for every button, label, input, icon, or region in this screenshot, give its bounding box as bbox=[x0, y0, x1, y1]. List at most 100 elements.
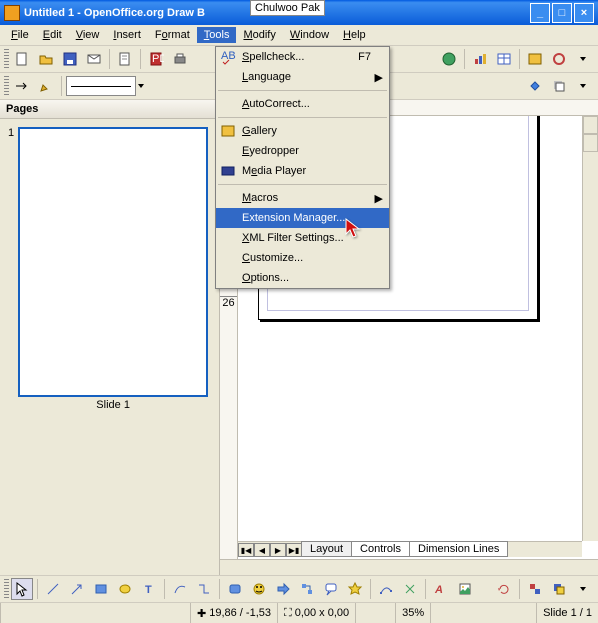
tab-nav-last[interactable]: ▶▮ bbox=[286, 543, 302, 557]
toolbar-grip[interactable] bbox=[4, 76, 9, 96]
points-tool[interactable] bbox=[375, 578, 397, 600]
position-icon: ✚ bbox=[197, 607, 206, 620]
vertical-scrollbar[interactable] bbox=[582, 116, 598, 541]
menubar: File Edit View Insert Format Tools Modif… bbox=[0, 25, 598, 46]
toolbar-overflow[interactable] bbox=[572, 578, 594, 600]
slide-thumbnail[interactable] bbox=[18, 127, 208, 397]
menu-autocorrect[interactable]: AutoCorrect... bbox=[216, 94, 389, 114]
svg-text:T: T bbox=[145, 584, 152, 596]
new-doc-button[interactable] bbox=[11, 48, 33, 70]
select-tool[interactable] bbox=[11, 578, 33, 600]
menu-gallery[interactable]: Gallery bbox=[216, 121, 389, 141]
align-tool[interactable] bbox=[524, 578, 546, 600]
thumbnail-label: Slide 1 bbox=[18, 399, 208, 411]
toolbar-grip[interactable] bbox=[4, 49, 9, 69]
menu-customize[interactable]: Customize... bbox=[216, 248, 389, 268]
star-tool[interactable] bbox=[344, 578, 366, 600]
menu-file[interactable]: File bbox=[4, 27, 36, 43]
menu-language[interactable]: Language▶ bbox=[216, 67, 389, 87]
basic-shapes-tool[interactable] bbox=[224, 578, 246, 600]
tab-nav-prev[interactable]: ◀ bbox=[254, 543, 270, 557]
save-button[interactable] bbox=[59, 48, 81, 70]
menu-eyedropper[interactable]: Eyedropper bbox=[216, 141, 389, 161]
symbol-shapes-tool[interactable] bbox=[248, 578, 270, 600]
curve-tool[interactable] bbox=[169, 578, 191, 600]
overlay-name: Chulwoo Pak bbox=[250, 0, 325, 16]
menu-options[interactable]: Options... bbox=[216, 268, 389, 288]
toolbar-grip[interactable] bbox=[4, 579, 9, 599]
shadow-button[interactable] bbox=[548, 75, 570, 97]
app-icon bbox=[4, 5, 20, 21]
toolbar-drawing: T A bbox=[0, 575, 598, 602]
arrow-tool[interactable] bbox=[66, 578, 88, 600]
menu-macros[interactable]: Macros▶ bbox=[216, 188, 389, 208]
open-button[interactable] bbox=[35, 48, 57, 70]
horizontal-scrollbar[interactable] bbox=[220, 559, 598, 575]
arrange-tool[interactable] bbox=[548, 578, 570, 600]
menu-insert[interactable]: Insert bbox=[106, 27, 148, 43]
tab-dimension[interactable]: Dimension Lines bbox=[409, 541, 508, 557]
menu-format[interactable]: Format bbox=[148, 27, 197, 43]
dropdown-icon[interactable] bbox=[138, 84, 144, 88]
toolbar-overflow[interactable] bbox=[572, 75, 594, 97]
glue-tool[interactable] bbox=[399, 578, 421, 600]
tools-dropdown: ABC Spellcheck...F7 Language▶ AutoCorrec… bbox=[215, 46, 390, 289]
menu-xml-filter[interactable]: XML Filter Settings... bbox=[216, 228, 389, 248]
menu-modify[interactable]: Modify bbox=[236, 27, 282, 43]
gallery-button[interactable] bbox=[524, 48, 546, 70]
navigator-button[interactable] bbox=[548, 48, 570, 70]
status-message bbox=[0, 603, 190, 623]
menu-spellcheck[interactable]: ABC Spellcheck...F7 bbox=[216, 47, 389, 67]
tab-nav-first[interactable]: ▮◀ bbox=[238, 543, 254, 557]
ellipse-tool[interactable] bbox=[114, 578, 136, 600]
email-button[interactable] bbox=[83, 48, 105, 70]
menu-view[interactable]: View bbox=[69, 27, 107, 43]
maximize-button[interactable]: □ bbox=[552, 3, 572, 23]
tab-strip: ▮◀ ◀ ▶ ▶▮ Layout Controls Dimension Line… bbox=[238, 541, 582, 557]
statusbar: ✚19,86 / -1,53 ⛶0,00 x 0,00 35% Slide 1 … bbox=[0, 602, 598, 623]
media-icon bbox=[220, 163, 236, 179]
export-pdf-button[interactable]: PDF bbox=[145, 48, 167, 70]
edit-doc-button[interactable] bbox=[114, 48, 136, 70]
print-button[interactable] bbox=[169, 48, 191, 70]
status-size: ⛶0,00 x 0,00 bbox=[277, 603, 355, 623]
pages-panel: Pages 1 Slide 1 bbox=[0, 100, 220, 575]
menu-media-player[interactable]: Media Player bbox=[216, 161, 389, 181]
menu-help[interactable]: Help bbox=[336, 27, 373, 43]
menu-tools[interactable]: Tools bbox=[197, 27, 237, 43]
flowchart-tool[interactable] bbox=[296, 578, 318, 600]
text-tool[interactable]: T bbox=[138, 578, 160, 600]
from-file-tool[interactable] bbox=[454, 578, 476, 600]
thumbnail-number: 1 bbox=[8, 127, 14, 139]
line-tool[interactable] bbox=[42, 578, 64, 600]
line-style-select[interactable] bbox=[66, 76, 136, 96]
fontwork-tool[interactable]: A bbox=[430, 578, 452, 600]
table-button[interactable] bbox=[493, 48, 515, 70]
size-icon: ⛶ bbox=[284, 607, 292, 620]
arrow-style-button[interactable] bbox=[11, 75, 33, 97]
toolbar-overflow[interactable] bbox=[572, 48, 594, 70]
callout-tool[interactable] bbox=[320, 578, 342, 600]
arrow-shapes-tool[interactable] bbox=[272, 578, 294, 600]
close-button[interactable]: × bbox=[574, 3, 594, 23]
pages-body[interactable]: 1 Slide 1 bbox=[0, 119, 219, 575]
pen-tool-button[interactable] bbox=[35, 75, 57, 97]
tab-nav-next[interactable]: ▶ bbox=[270, 543, 286, 557]
svg-text:A: A bbox=[434, 584, 443, 596]
connector-tool[interactable] bbox=[193, 578, 215, 600]
menu-edit[interactable]: Edit bbox=[36, 27, 69, 43]
status-zoom[interactable]: 35% bbox=[395, 603, 430, 623]
tab-layout[interactable]: Layout bbox=[301, 541, 352, 557]
hyperlink-button[interactable] bbox=[438, 48, 460, 70]
rotate-tool[interactable] bbox=[493, 578, 515, 600]
fill-color-button[interactable] bbox=[524, 75, 546, 97]
tab-controls[interactable]: Controls bbox=[351, 541, 410, 557]
menu-extension-manager[interactable]: Extension Manager... bbox=[216, 208, 389, 228]
chart-button[interactable] bbox=[469, 48, 491, 70]
status-slide: Slide 1 / 1 bbox=[536, 603, 598, 623]
minimize-button[interactable]: _ bbox=[530, 3, 550, 23]
menu-window[interactable]: Window bbox=[283, 27, 336, 43]
rect-tool[interactable] bbox=[90, 578, 112, 600]
status-blank bbox=[355, 603, 395, 623]
status-coords: ✚19,86 / -1,53 bbox=[190, 603, 277, 623]
